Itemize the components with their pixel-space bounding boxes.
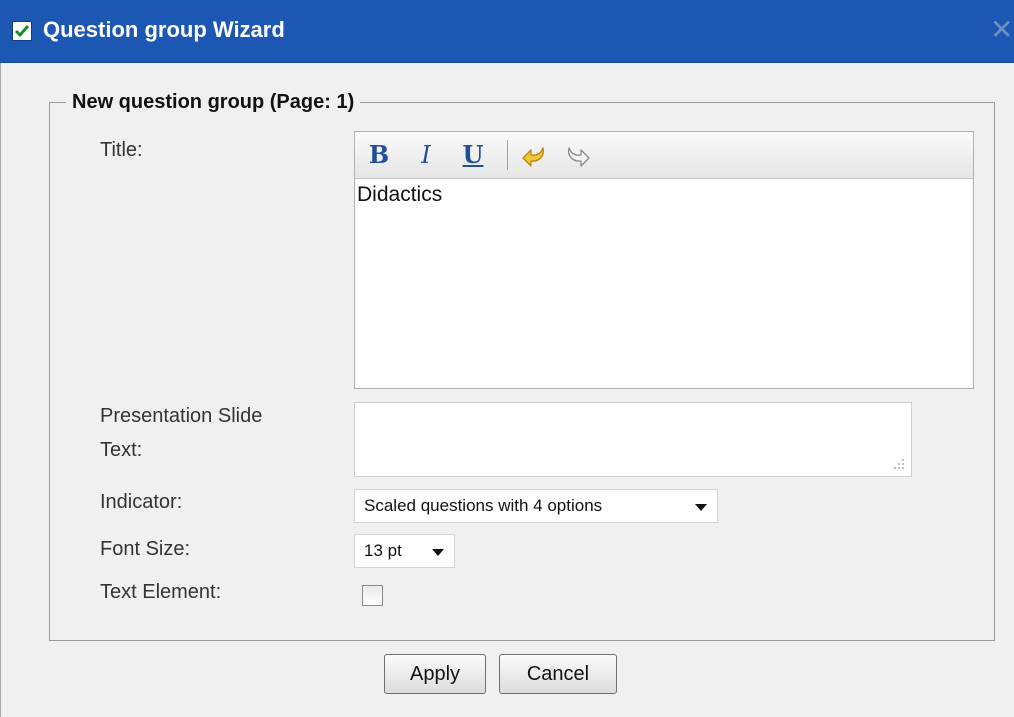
title-rich-text-editor: B I U Didactics bbox=[354, 131, 974, 389]
checkbox-app-icon bbox=[12, 21, 32, 41]
group-legend: New question group (Page: 1) bbox=[72, 91, 355, 113]
font-size-label: Font Size: bbox=[100, 538, 191, 560]
title-bar: Question group Wizard ✕ bbox=[0, 0, 1014, 63]
text-element-label: Text Element: bbox=[100, 581, 222, 603]
font-size-select[interactable]: 13 pt bbox=[354, 534, 455, 568]
font-size-selected-value: 13 pt bbox=[364, 541, 402, 560]
bold-button[interactable]: B bbox=[364, 140, 394, 170]
cancel-button[interactable]: Cancel bbox=[499, 654, 617, 694]
window-title: Question group Wizard bbox=[43, 17, 285, 42]
indicator-selected-value: Scaled questions with 4 options bbox=[364, 496, 603, 515]
title-editor-content[interactable]: Didactics bbox=[355, 179, 973, 211]
dialog-body: New question group (Page: 1) Title: B I … bbox=[0, 63, 1014, 717]
redo-icon[interactable] bbox=[563, 140, 593, 170]
close-icon[interactable]: ✕ bbox=[990, 16, 1014, 44]
undo-icon[interactable] bbox=[519, 140, 549, 170]
presentation-slide-label-line2: Text: bbox=[100, 439, 143, 461]
title-label: Title: bbox=[100, 139, 143, 161]
indicator-select[interactable]: Scaled questions with 4 options bbox=[354, 489, 718, 523]
presentation-slide-text-input[interactable] bbox=[354, 402, 912, 477]
resize-grip-icon[interactable] bbox=[893, 458, 905, 470]
editor-toolbar: B I U bbox=[355, 132, 973, 179]
presentation-slide-label-line1: Presentation Slide bbox=[100, 405, 263, 427]
apply-button[interactable]: Apply bbox=[384, 654, 486, 694]
toolbar-separator bbox=[507, 140, 508, 170]
chevron-down-icon bbox=[432, 549, 444, 556]
chevron-down-icon bbox=[695, 504, 707, 511]
indicator-label: Indicator: bbox=[100, 491, 183, 513]
italic-button[interactable]: I bbox=[411, 140, 441, 170]
underline-button[interactable]: U bbox=[458, 140, 488, 170]
text-element-checkbox[interactable] bbox=[362, 585, 383, 606]
